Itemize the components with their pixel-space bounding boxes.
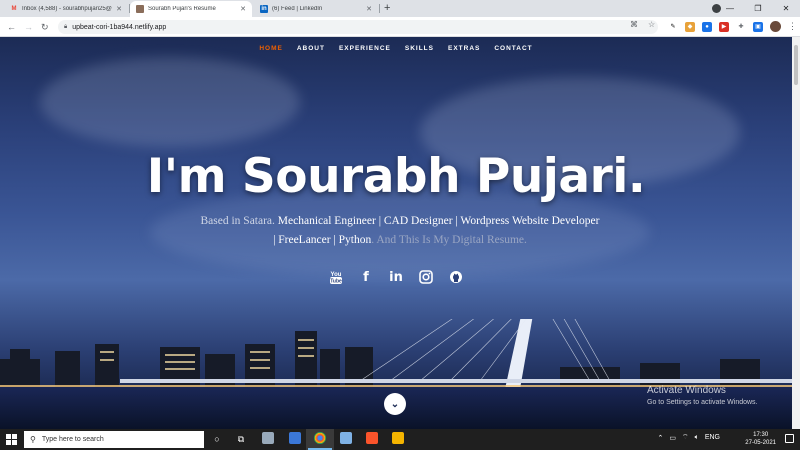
hero-section: HOME ABOUT EXPERIENCE SKILLS EXTRAS CONT… xyxy=(0,37,800,429)
menu-icon[interactable]: ⋮ xyxy=(788,21,797,32)
clock[interactable]: 17:30 27-05-2021 xyxy=(745,431,776,447)
tab-title: (6) Feed | LinkedIn xyxy=(272,6,323,12)
address-bar[interactable]: 🔒︎ upbeat-cori-1ba944.netlify.app xyxy=(58,20,658,34)
nav-home[interactable]: HOME xyxy=(259,45,283,52)
search-icon: ⚲ xyxy=(30,435,36,444)
puzzle-icon[interactable]: ✚ xyxy=(736,21,746,32)
chevron-up-icon[interactable]: ⌃ xyxy=(658,434,664,442)
windows-taskbar: ⚲ Type here to search ○ ⧉ ⌃ ▭ ⌔ 🔈︎ ENG 1… xyxy=(0,429,800,450)
gmail-icon: M xyxy=(11,6,17,12)
tab-resume[interactable]: Sourabh Pujari's Resume ✕ xyxy=(130,1,252,17)
extension-icon[interactable]: ✎ xyxy=(668,21,678,32)
extension-icon[interactable]: ▶ xyxy=(719,21,729,32)
watermark-title: Activate Windows xyxy=(647,385,726,396)
hero-intro: Based in Satara. xyxy=(200,215,275,227)
extension-icon[interactable]: ◆ xyxy=(685,21,695,32)
hero-subtitle: Based in Satara. Mechanical Engineer | C… xyxy=(200,212,600,250)
nav-about[interactable]: ABOUT xyxy=(297,45,325,52)
nav-extras[interactable]: EXTRAS xyxy=(448,45,480,52)
linkedin-icon[interactable]: in xyxy=(388,269,404,285)
qr-code-icon[interactable]: ⌘ xyxy=(630,20,638,29)
browser-toolbar: ← → ↻ 🔒︎ upbeat-cori-1ba944.netlify.app … xyxy=(0,17,800,37)
extension-icon[interactable]: ● xyxy=(702,21,712,32)
reload-icon[interactable]: ↻ xyxy=(41,20,49,34)
linkedin-icon: in xyxy=(260,5,268,13)
battery-icon[interactable]: ▭ xyxy=(669,434,676,442)
extension-icon[interactable]: ▣ xyxy=(753,21,763,32)
facebook-icon[interactable]: f xyxy=(358,269,374,285)
hero-title: I'm Sourabh Pujari. xyxy=(146,149,646,204)
lock-icon[interactable]: 🔒︎ xyxy=(64,24,67,31)
taskbar-search[interactable]: ⚲ Type here to search xyxy=(24,431,204,448)
close-icon[interactable]: ✕ xyxy=(240,5,246,13)
nav-experience[interactable]: EXPERIENCE xyxy=(339,45,391,52)
language-indicator[interactable]: ENG xyxy=(705,434,720,441)
brave-icon[interactable] xyxy=(366,432,378,444)
watermark-subtitle: Go to Settings to activate Windows. xyxy=(647,399,758,406)
close-icon[interactable]: ✕ xyxy=(366,5,372,13)
hero-outro: . And This Is My Digital Resume. xyxy=(371,234,527,246)
clock-time: 17:30 xyxy=(753,432,769,438)
task-view-icon[interactable]: ⧉ xyxy=(234,432,248,446)
url-text: upbeat-cori-1ba944.netlify.app xyxy=(72,23,167,31)
forward-icon[interactable]: → xyxy=(24,20,33,34)
clock-date: 27-05-2021 xyxy=(745,440,776,446)
scroll-down-button[interactable]: ⌄ xyxy=(384,393,406,415)
close-icon[interactable]: ✕ xyxy=(116,5,122,13)
tab-strip: M Inbox (4,588) - sourabhpujari25@ ✕ Sou… xyxy=(0,0,800,17)
social-links: You Tube f in xyxy=(0,269,792,285)
maximize-icon[interactable]: ❐ xyxy=(744,4,772,13)
nav-contact[interactable]: CONTACT xyxy=(494,45,532,52)
search-placeholder: Type here to search xyxy=(41,436,104,443)
svg-text:Tube: Tube xyxy=(330,279,342,285)
taskbar-app-icon[interactable] xyxy=(392,432,404,444)
close-window-icon[interactable]: ✕ xyxy=(772,4,800,13)
tab-gmail[interactable]: M Inbox (4,588) - sourabhpujari25@ ✕ xyxy=(4,1,128,17)
network-icon[interactable]: ⌔ xyxy=(682,433,689,442)
tab-title: Inbox (4,588) - sourabhpujari25@ xyxy=(22,6,112,12)
windows-activation-watermark: Activate Windows Go to Settings to activ… xyxy=(647,385,758,406)
volume-icon[interactable]: 🔈︎ xyxy=(695,434,699,442)
back-icon[interactable]: ← xyxy=(7,20,16,34)
taskbar-app-icon[interactable] xyxy=(262,432,274,444)
star-icon[interactable]: ☆ xyxy=(648,20,655,29)
youtube-icon[interactable]: You Tube xyxy=(328,269,344,285)
system-tray: ⌃ ▭ ⌔ 🔈︎ ENG xyxy=(658,433,720,442)
nav-skills[interactable]: SKILLS xyxy=(405,45,434,52)
minimize-icon[interactable]: — xyxy=(716,4,744,13)
new-tab-button[interactable]: + xyxy=(384,2,390,14)
window-controls: — ❐ ✕ xyxy=(716,0,800,17)
start-button[interactable] xyxy=(6,434,17,445)
extensions-area: ✎ ◆ ● ▶ ✚ ▣ ⋮ xyxy=(668,21,797,32)
person-icon xyxy=(136,5,144,13)
instagram-icon[interactable] xyxy=(418,269,434,285)
taskbar-app-icon[interactable] xyxy=(340,432,352,444)
tab-linkedin[interactable]: in (6) Feed | LinkedIn ✕ xyxy=(254,1,378,17)
page-scrollbar[interactable] xyxy=(792,37,800,429)
tab-title: Sourabh Pujari's Resume xyxy=(148,6,216,12)
cortana-icon[interactable]: ○ xyxy=(210,432,224,446)
github-icon[interactable] xyxy=(448,269,464,285)
taskbar-app-icon[interactable] xyxy=(289,432,301,444)
chrome-icon[interactable] xyxy=(314,432,326,444)
avatar[interactable] xyxy=(770,21,781,32)
main-nav: HOME ABOUT EXPERIENCE SKILLS EXTRAS CONT… xyxy=(0,45,792,52)
notification-icon[interactable] xyxy=(785,434,794,443)
